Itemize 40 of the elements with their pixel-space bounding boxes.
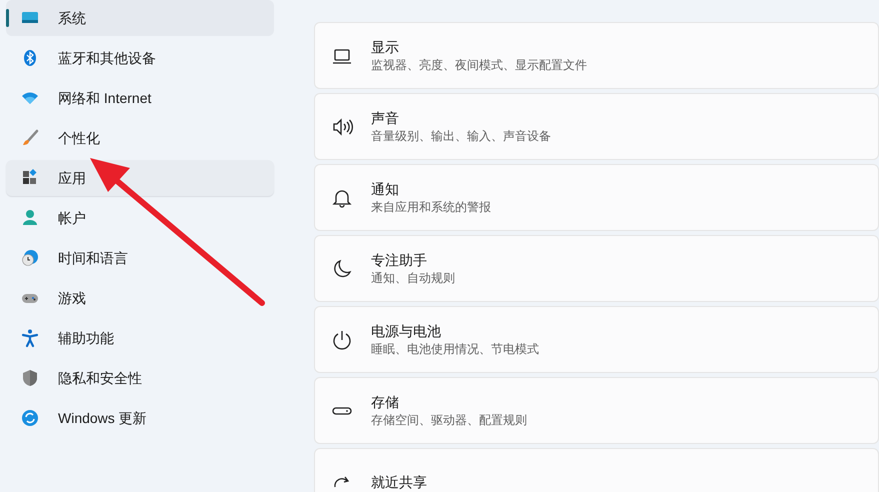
power-icon — [331, 328, 353, 350]
sidebar-item[interactable]: 帐户 — [6, 200, 274, 236]
sidebar-item[interactable]: 系统 — [6, 0, 274, 36]
sidebar-item[interactable]: 时间和语言 — [6, 240, 274, 276]
card-description: 来自应用和系统的警报 — [371, 199, 491, 216]
sidebar-item[interactable]: 个性化 — [6, 120, 274, 156]
person-icon — [20, 208, 40, 228]
card-title: 专注助手 — [371, 251, 428, 270]
sidebar-item[interactable]: 应用 — [6, 160, 274, 196]
settings-card[interactable]: 显示 监视器、亮度、夜间模式、显示配置文件 — [314, 22, 879, 89]
sidebar-item[interactable]: 辅助功能 — [6, 320, 274, 356]
settings-card[interactable]: 就近共享 — [314, 448, 879, 492]
accessibility-icon — [20, 328, 40, 348]
card-description: 通知、自动规则 — [371, 270, 455, 287]
settings-card[interactable]: 通知 来自应用和系统的警报 — [314, 164, 879, 231]
sidebar-item[interactable]: 蓝牙和其他设备 — [6, 40, 274, 76]
brush-icon — [20, 128, 40, 148]
card-description: 存储空间、驱动器、配置规则 — [371, 412, 527, 429]
card-title: 电源与电池 — [371, 322, 442, 341]
card-description: 音量级别、输出、输入、声音设备 — [371, 128, 551, 145]
shield-icon — [20, 368, 40, 388]
update-icon — [20, 408, 40, 428]
clock-globe-icon — [20, 248, 40, 268]
sidebar-item[interactable]: 隐私和安全性 — [6, 360, 274, 396]
selection-indicator — [6, 9, 9, 27]
sidebar-item[interactable]: 网络和 Internet — [6, 80, 274, 116]
sidebar-item[interactable]: 游戏 — [6, 280, 274, 316]
moon-icon — [331, 258, 353, 280]
card-title: 存储 — [371, 393, 400, 412]
settings-card[interactable]: 专注助手 通知、自动规则 — [314, 235, 879, 302]
card-title: 显示 — [371, 38, 400, 57]
settings-card[interactable]: 声音 音量级别、输出、输入、声音设备 — [314, 93, 879, 160]
card-title: 就近共享 — [371, 472, 427, 492]
sidebar-item[interactable]: Windows 更新 — [6, 400, 274, 436]
card-description: 监视器、亮度、夜间模式、显示配置文件 — [371, 57, 587, 74]
settings-card[interactable]: 存储 存储空间、驱动器、配置规则 — [314, 377, 879, 444]
card-title: 声音 — [371, 109, 400, 128]
card-title: 通知 — [371, 180, 400, 199]
card-description: 睡眠、电池使用情况、节电模式 — [371, 341, 539, 358]
settings-card[interactable]: 电源与电池 睡眠、电池使用情况、节电模式 — [314, 306, 879, 373]
